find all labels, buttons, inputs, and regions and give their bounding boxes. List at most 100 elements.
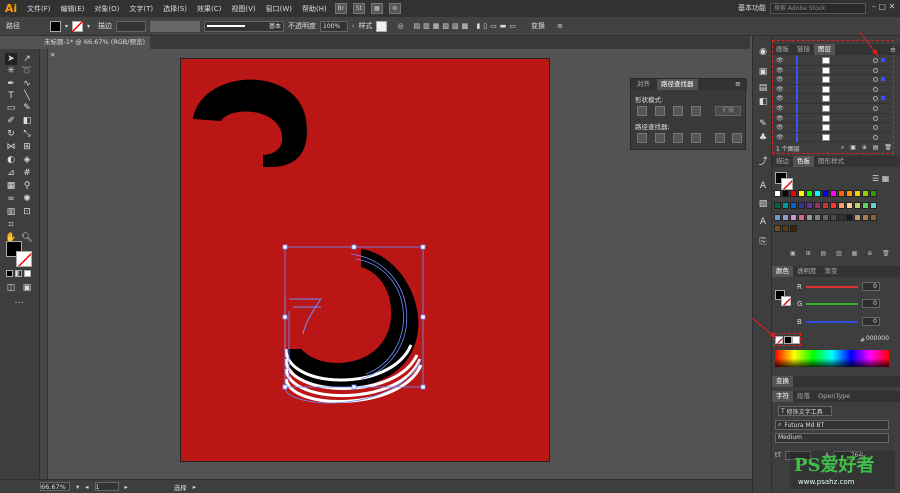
tab-graphic-styles[interactable]: 图形样式: [814, 156, 848, 167]
blend-tool-icon[interactable]: ∞: [5, 193, 17, 205]
swatch-cell[interactable]: [790, 201, 797, 209]
stroke-label[interactable]: 描边: [98, 21, 112, 31]
swatch-cell[interactable]: [798, 201, 805, 209]
graphic-style-swatch[interactable]: [376, 20, 388, 32]
tab-transform[interactable]: 变换: [772, 376, 793, 387]
swatch-cell[interactable]: [862, 201, 869, 209]
swatch-cell[interactable]: [870, 190, 877, 197]
chevron-right-icon[interactable]: ›: [352, 23, 354, 30]
scale-tool-icon[interactable]: ⤡: [21, 128, 33, 140]
shape-builder-icon[interactable]: ◐: [5, 154, 17, 166]
swatch-cell[interactable]: [774, 190, 781, 197]
menu-select[interactable]: 选择(S): [158, 4, 192, 14]
swatch-cell[interactable]: [774, 213, 781, 221]
hex-field[interactable]: 000000: [866, 335, 890, 344]
swatch-cell[interactable]: [782, 190, 789, 197]
trim-button[interactable]: [655, 133, 665, 143]
next-artboard-icon[interactable]: ▸: [125, 483, 128, 491]
mesh-tool-icon[interactable]: #: [21, 167, 33, 179]
swatch-cell[interactable]: [846, 190, 853, 197]
brush-definition-field[interactable]: 基本: [204, 20, 285, 32]
channel-g-slider[interactable]: [806, 303, 858, 305]
arrange-documents-icon[interactable]: ▦: [370, 3, 383, 14]
color-guide-icon[interactable]: ◉: [757, 46, 769, 58]
swatch-cell[interactable]: [774, 225, 781, 233]
swatch-cell[interactable]: [822, 201, 829, 209]
tab-transparency[interactable]: 透明度: [793, 266, 821, 277]
tab-character[interactable]: 字符: [772, 391, 793, 402]
appearance-icon[interactable]: A: [757, 180, 769, 192]
swatch-cell[interactable]: [798, 190, 805, 197]
graphic-styles-icon[interactable]: ▧: [757, 198, 769, 210]
menu-effect[interactable]: 效果(C): [192, 4, 226, 14]
gpu-icon[interactable]: ⚙: [388, 3, 401, 14]
more-options-icon[interactable]: ≡: [557, 22, 563, 30]
color-mode-buttons[interactable]: [6, 270, 34, 278]
swatch-cell[interactable]: [854, 190, 861, 197]
unite-button[interactable]: [637, 106, 647, 116]
eraser-icon[interactable]: ◧: [21, 115, 33, 127]
properties-icon[interactable]: ▤: [757, 82, 769, 94]
close-icon[interactable]: ✕: [50, 51, 55, 59]
tab-pathfinder[interactable]: 路径查找器: [657, 79, 698, 90]
tab-paragraph[interactable]: 段落: [793, 391, 814, 402]
swatch-cell[interactable]: [862, 190, 869, 197]
shaper-tool-icon[interactable]: ✐: [5, 115, 17, 127]
swatch-cell[interactable]: [838, 213, 845, 221]
direct-selection-tool-icon[interactable]: ↗: [21, 53, 33, 65]
tab-swatches[interactable]: 色板: [793, 156, 814, 167]
swatch-cell[interactable]: [822, 190, 829, 197]
swatch-cell[interactable]: [870, 213, 877, 221]
character-icon[interactable]: A: [757, 216, 769, 228]
stroke-weight-field[interactable]: [116, 20, 147, 32]
swatch-cell[interactable]: [798, 213, 805, 221]
tab-opentype[interactable]: OpenType: [814, 391, 854, 402]
font-style-select[interactable]: Medium: [775, 433, 889, 443]
swatch-cell[interactable]: [806, 213, 813, 221]
swatch-cell[interactable]: [830, 213, 837, 221]
zoom-field[interactable]: 66.67%: [40, 482, 70, 491]
stock-icon[interactable]: St: [352, 3, 365, 14]
swatch-cell[interactable]: [790, 225, 797, 233]
opacity-label[interactable]: 不透明度: [288, 21, 316, 31]
swatch-cell[interactable]: [782, 225, 789, 233]
expand-button[interactable]: 扩展: [715, 106, 741, 116]
window-controls[interactable]: – ▢ ✕: [872, 2, 895, 11]
minus-back-button[interactable]: [732, 133, 742, 143]
symbols-icon[interactable]: ♣: [757, 132, 769, 144]
width-tool-icon[interactable]: ⋈: [5, 141, 17, 153]
magic-wand-icon[interactable]: ✳: [5, 65, 17, 77]
swatch-cell[interactable]: [782, 213, 789, 221]
transform-label[interactable]: 变换: [531, 21, 545, 31]
align-icons[interactable]: ▤▥▦▧▨▩ ▮▯▭▬▭: [414, 22, 519, 30]
exclude-button[interactable]: [691, 106, 701, 116]
swatch-cell[interactable]: [806, 201, 813, 209]
line-tool-icon[interactable]: ╲: [21, 90, 33, 102]
swatch-cell[interactable]: [830, 201, 837, 209]
swatch-cell[interactable]: [790, 213, 797, 221]
merge-button[interactable]: [673, 133, 683, 143]
chevron-down-icon[interactable]: ▾: [87, 23, 90, 30]
screen-mode-icon[interactable]: ▣: [21, 282, 33, 294]
menu-help[interactable]: 帮助(H): [297, 4, 332, 14]
panel-menu-icon[interactable]: ≡: [735, 80, 741, 88]
tab-stroke[interactable]: 描边: [772, 156, 793, 167]
type-tool-icon[interactable]: T: [5, 90, 17, 102]
asset-export-icon[interactable]: ⤴: [757, 154, 769, 167]
channel-r-value[interactable]: 0: [862, 282, 880, 291]
rectangle-tool-icon[interactable]: ▭: [5, 102, 17, 114]
touch-type-button[interactable]: T 修饰文字工具: [778, 406, 832, 416]
tab-gradient[interactable]: 渐变: [821, 266, 842, 277]
artboard-tool-icon[interactable]: ⊡: [21, 206, 33, 218]
bridge-icon[interactable]: Br: [334, 3, 347, 14]
lasso-icon[interactable]: ➰: [21, 65, 33, 77]
tab-align[interactable]: 对齐: [633, 79, 654, 90]
paintbrush-icon[interactable]: ✎: [21, 102, 33, 114]
swatch-cell[interactable]: [782, 201, 789, 209]
rotate-tool-icon[interactable]: ↻: [5, 128, 17, 140]
tab-color[interactable]: 颜色: [772, 266, 793, 277]
swatch-footer-icons[interactable]: ▣ ⊞ ▤ ▥ ▦ ⊕ 🗑: [790, 250, 894, 257]
live-paint-icon[interactable]: ◈: [21, 154, 33, 166]
channel-b-value[interactable]: 0: [862, 317, 880, 326]
swatch-cell[interactable]: [806, 190, 813, 197]
